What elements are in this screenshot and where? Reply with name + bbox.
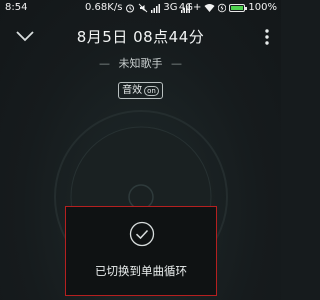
alarm-icon	[126, 4, 135, 12]
status-time: 8:54	[5, 2, 28, 13]
charging-icon	[218, 3, 227, 12]
player-header: 8月5日 08点44分	[0, 22, 281, 52]
effect-row: 音效 on	[0, 78, 281, 99]
mute-icon	[139, 3, 148, 12]
wifi-icon	[204, 4, 215, 12]
network-label-3g: 3G	[163, 2, 178, 13]
more-options-icon[interactable]	[263, 27, 271, 47]
toast-dialog: 已切换到单曲循环	[65, 206, 217, 296]
check-circle-icon	[129, 221, 155, 247]
status-center: 0.68K/s 3G	[85, 2, 190, 13]
status-bar: 8:54 0.68K/s 3G 4G+ 100%	[0, 0, 281, 17]
battery-icon	[229, 4, 248, 12]
sound-effect-button[interactable]: 音效 on	[118, 82, 163, 99]
status-right: 4G+ 100%	[179, 2, 277, 13]
song-title: 8月5日 08点44分	[76, 28, 205, 46]
toast-message: 已切换到单曲循环	[95, 264, 187, 278]
network-label-4g: 4G+	[178, 2, 202, 13]
sound-effect-label: 音效	[122, 85, 143, 96]
net-speed: 0.68K/s	[85, 2, 123, 13]
sound-effect-on-badge: on	[144, 85, 159, 96]
artist-dash-left: —	[99, 57, 110, 70]
artist-row: — 未知歌手 —	[0, 55, 281, 71]
artist-dash-right: —	[171, 57, 182, 70]
signal-icon-1	[151, 3, 161, 13]
artist-name[interactable]: 未知歌手	[119, 57, 163, 70]
battery-percent: 100%	[248, 2, 277, 13]
